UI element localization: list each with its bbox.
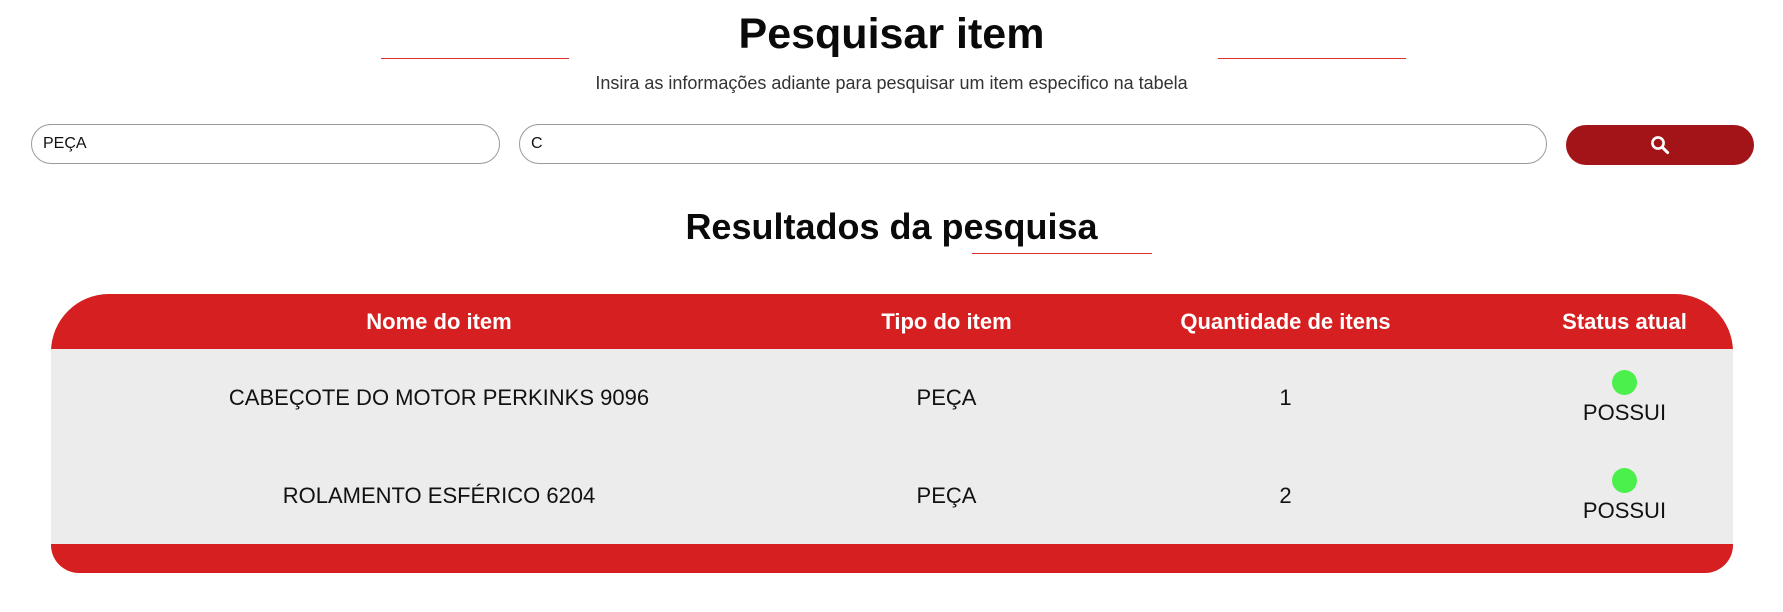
item-status-cell: POSSUI [1455,349,1733,447]
title-right-underline [1218,58,1406,59]
item-search-input[interactable] [519,124,1547,164]
item-quantity-cell: 2 [1279,483,1292,508]
item-type-input[interactable] [31,124,500,164]
search-page: Pesquisar item Insira as informações adi… [0,0,1783,612]
table-header: Nome do item Tipo do item Quantidade de … [51,294,1733,349]
item-name-cell: ROLAMENTO ESFÉRICO 6204 [282,483,596,508]
table-body: CABEÇOTE DO MOTOR PERKINKS 9096 PEÇA 1 P… [51,349,1733,544]
status-indicator-icon [1612,468,1637,493]
column-header-name: Nome do item [366,309,512,334]
results-title-underline [972,253,1152,254]
status-label: POSSUI [1582,498,1667,523]
status-indicator-icon [1612,370,1637,395]
table-row: ROLAMENTO ESFÉRICO 6204 PEÇA 2 POSSUI [51,447,1733,545]
item-quantity-cell: 1 [1279,385,1292,410]
results-table: Nome do item Tipo do item Quantidade de … [51,294,1733,573]
search-icon [1651,136,1670,155]
table-row: CABEÇOTE DO MOTOR PERKINKS 9096 PEÇA 1 P… [51,349,1733,447]
column-header-quantity: Quantidade de itens [1180,309,1391,334]
column-header-status: Status atual [1562,309,1687,334]
results-title: Resultados da pesquisa [685,206,1098,247]
status-label: POSSUI [1582,400,1667,425]
item-name-cell: CABEÇOTE DO MOTOR PERKINKS 9096 [228,385,650,410]
item-type-cell: PEÇA [916,483,977,508]
column-header-type: Tipo do item [881,309,1012,334]
item-type-cell: PEÇA [916,385,977,410]
title-left-underline [381,58,569,59]
item-status-cell: POSSUI [1455,447,1733,545]
search-button[interactable] [1566,125,1754,165]
page-subtitle: Insira as informações adiante para pesqu… [595,73,1188,93]
page-title: Pesquisar item [738,10,1045,58]
